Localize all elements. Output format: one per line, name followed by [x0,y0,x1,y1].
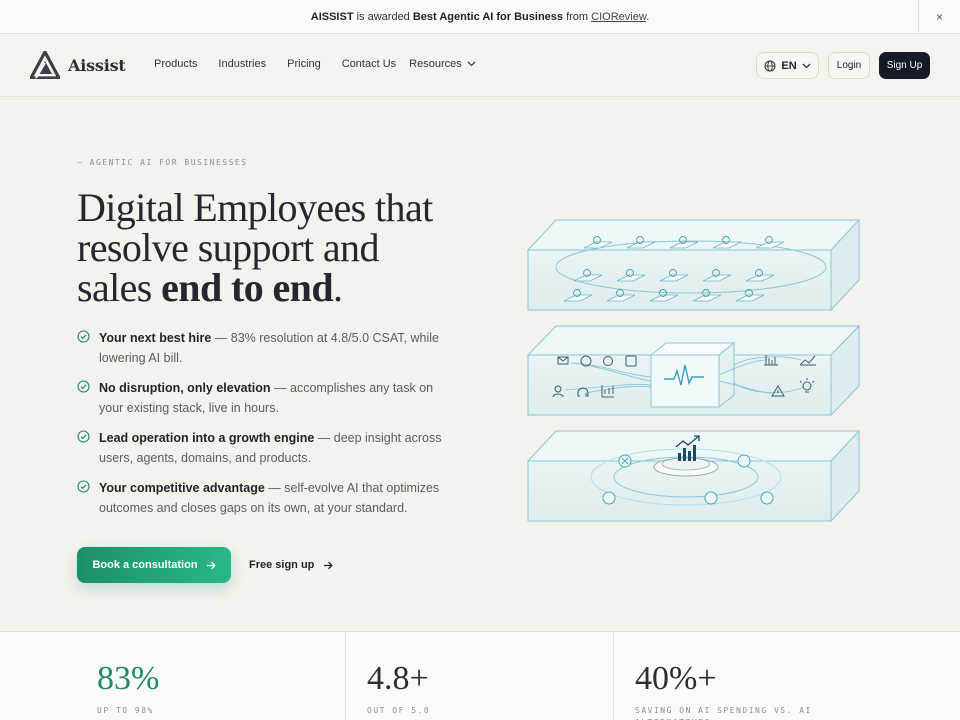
nav-industries[interactable]: Industries [218,58,266,70]
stat-savings: 40%+ SAVING ON AI SPENDING VS. AI ALTERN… [614,632,960,720]
feature-list: Your next best hire — 83% resolution at … [77,328,457,528]
nav-contact-us[interactable]: Contact Us [342,58,396,70]
stat-caption: UP TO 98% [97,706,154,715]
free-signup-link[interactable]: Free sign up [249,547,334,583]
feature-item: Lead operation into a growth engine — de… [77,428,457,468]
check-circle-icon [77,330,90,343]
feature-title: Your next best hire [99,331,212,345]
check-circle-icon [77,380,90,393]
stat-value: 83% [97,660,160,697]
feature-text: Your next best hire — 83% resolution at … [99,328,457,368]
language-selector[interactable]: EN [756,52,819,79]
announcement-brand: AISSIST [310,10,354,23]
platform-layers-illustration [526,218,861,523]
feature-item: Your next best hire — 83% resolution at … [77,328,457,368]
chevron-down-icon [467,61,476,67]
globe-icon [764,60,776,71]
check-circle-icon [77,480,90,493]
language-label: EN [781,59,797,72]
top-navigation: Aissist Products Industries Pricing Cont… [0,34,960,97]
stat-resolution: 83% UP TO 98% [0,632,346,720]
feature-item: No disruption, only elevation — accompli… [77,378,457,418]
nav-resources[interactable]: Resources [409,58,476,70]
stat-caption: OUT OF 5.0 [367,706,431,715]
headline-line-1: Digital Employees that [77,185,433,230]
analytics-layer [526,429,861,523]
hero-eyebrow: — AGENTIC AI FOR BUSINESSES [77,158,248,167]
headline-line-2: resolve support and [77,225,379,270]
cioreview-link[interactable]: CIOReview [591,11,646,23]
stat-csat: 4.8+ OUT OF 5.0 [346,632,614,720]
nav-links: Products Industries Pricing Contact Us R… [154,58,497,70]
feature-text: Lead operation into a growth engine — de… [99,428,457,468]
stat-value: 40%+ [635,660,717,697]
stat-caption: SAVING ON AI SPENDING VS. AI ALTERNATIVE… [635,706,812,720]
free-signup-label: Free sign up [249,559,315,571]
logo[interactable]: Aissist [30,51,126,79]
announcement-text: . [646,10,650,23]
headline-line-3: sales [77,265,162,310]
chevron-down-icon [802,63,811,68]
stats-strip: 83% UP TO 98% 4.8+ OUT OF 5.0 40%+ SAVIN… [0,631,960,720]
feature-item: Your competitive advantage — self-evolve… [77,478,457,518]
signup-button[interactable]: Sign Up [879,52,930,79]
headline-period: . [332,265,343,310]
feature-title: Lead operation into a growth engine [99,431,315,445]
hero-headline: Digital Employees that resolve support a… [77,188,507,308]
arrow-right-icon [324,561,334,569]
book-consultation-button[interactable]: Book a consultation [77,547,231,583]
check-circle-icon [77,430,90,443]
nav-products[interactable]: Products [154,58,197,70]
feature-title: No disruption, only elevation [99,381,271,395]
announcement-award: Best Agentic AI for Business [412,10,564,23]
nav-resources-label: Resources [409,58,462,70]
feature-text: Your competitive advantage — self-evolve… [99,478,457,518]
logo-icon [30,51,60,79]
login-button[interactable]: Login [828,52,870,79]
integrations-layer [526,324,861,417]
close-icon: × [935,10,943,24]
feature-text: No disruption, only elevation — accompli… [99,378,457,418]
logo-text: Aissist [68,55,126,75]
feature-title: Your competitive advantage [99,481,265,495]
close-announcement-button[interactable]: × [918,0,960,34]
stat-value: 4.8+ [367,660,429,697]
agents-layer [526,218,861,312]
arrow-right-icon [206,561,216,569]
book-consultation-label: Book a consultation [92,559,198,571]
announcement-text: from [563,10,592,23]
announcement-bar: AISSIST is awarded Best Agentic AI for B… [0,0,960,34]
headline-emphasis: end to end [161,265,333,310]
announcement-text: is awarded [353,10,413,23]
nav-pricing[interactable]: Pricing [287,58,321,70]
